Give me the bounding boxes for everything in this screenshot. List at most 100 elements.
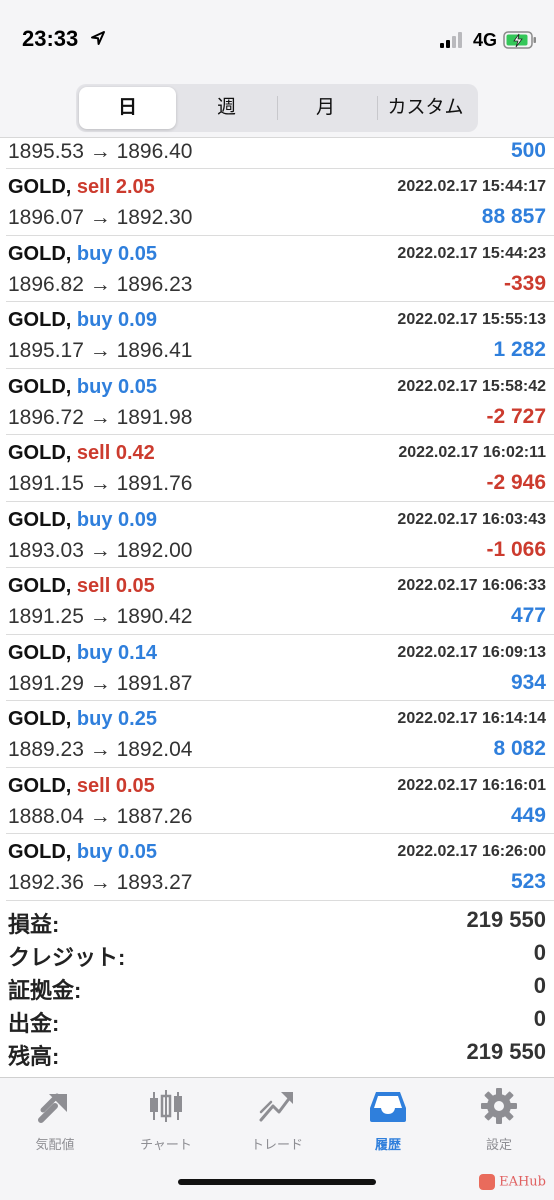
trade-time: 2022.02.17 16:14:14 [397,710,546,727]
trade-symbol-side: GOLD, buy 0.05 [8,243,157,266]
battery-charging-icon [503,31,536,49]
summary-row-balance: 残高: 219 550 [0,1036,554,1069]
trade-profit: -2 727 [486,404,546,428]
trade-history-list: 1895.53 → 1896.40 500 GOLD, sell 2.05 202… [0,138,554,901]
segment-custom[interactable]: カスタム [377,87,474,129]
tab-history[interactable]: 履歴 [333,1086,443,1156]
trade-profit: 523 [510,870,546,893]
tab-label: トレード [250,1137,303,1152]
trade-profit: -2 946 [486,471,546,494]
trade-time: 2022.02.17 15:44:23 [397,244,546,262]
trade-time: 2022.02.17 16:06:33 [397,577,546,594]
trade-profit: 8 082 [493,737,546,760]
tab-label: 履歴 [374,1137,401,1152]
trade-prices: 1891.25 → 1890.42 [8,605,193,628]
trade-symbol-side: GOLD, buy 0.09 [8,509,157,532]
quotes-arrows-icon [38,1093,67,1123]
trade-row[interactable]: GOLD, sell 0.05 2022.02.17 16:16:01 1888.0… [6,768,554,834]
trade-time: 2022.02.17 16:16:01 [397,776,546,794]
trade-profit: 449 [510,803,546,827]
trade-side-volume: sell 0.05 [76,575,155,597]
segment-day[interactable]: 日 [79,87,176,129]
summary-row-margin: 証拠金: 0 [0,970,554,1003]
trade-profit: 500 [510,139,546,162]
summary-label: 残高: [8,1044,60,1069]
summary-value: 219 550 [466,907,546,932]
trade-row-partial[interactable]: 1895.53 → 1896.40 500 [6,138,554,169]
trade-side-volume: buy 0.05 [76,242,157,265]
trade-prices: 1896.82 → 1896.23 [8,272,193,296]
candlestick-icon [150,1090,182,1122]
trade-symbol-side: GOLD, buy 0.09 [8,309,157,332]
trade-row[interactable]: GOLD, buy 0.09 2022.02.17 15:55:13 1895.17… [6,302,554,369]
trade-row[interactable]: GOLD, buy 0.05 2022.02.17 15:58:42 1896.72… [6,369,554,435]
trade-symbol: GOLD, [8,375,72,398]
trade-profit: 477 [510,604,546,627]
trade-prices: 1896.72 → 1891.98 [8,405,193,429]
summary-value: 0 [533,973,546,998]
trade-symbol-side: GOLD, sell 0.05 [8,575,155,598]
trade-prices: 1892.36 → 1893.27 [8,871,193,894]
trade-row[interactable]: GOLD, sell 2.05 2022.02.17 15:44:17 1896.0… [6,169,554,236]
summary-value: 219 550 [466,1039,546,1064]
period-selector-bar: 日 週 月 カスタム [0,80,554,138]
trade-prices: 1896.07 → 1892.30 [8,206,193,229]
trade-side-volume: buy 0.14 [76,641,157,664]
trade-symbol-side: GOLD, sell 2.05 [8,176,155,199]
status-time: 23:33 [22,26,79,51]
trade-line-icon [259,1092,293,1122]
watermark-text: EAHub [499,1174,546,1190]
trade-prices: 1888.04 → 1887.26 [8,804,193,828]
trade-time: 2022.02.17 15:55:13 [397,311,546,328]
account-summary: 損益: 219 550 クレジット: 0 証拠金: 0 出金: 0 残高: 21… [0,904,554,1069]
summary-value: 0 [533,940,546,965]
summary-label: 損益: [8,912,60,937]
period-segmented-control: 日 週 月 カスタム [76,84,478,132]
tab-chart[interactable]: チャート [111,1086,221,1156]
signal-bars-icon [440,32,462,48]
trade-symbol: GOLD, [8,508,72,531]
watermark-logo-icon [479,1174,496,1190]
trade-symbol: GOLD, [8,442,72,464]
trade-time: 2022.02.17 16:26:00 [397,843,546,860]
trade-row[interactable]: GOLD, sell 0.05 2022.02.17 16:06:33 1891.2… [6,568,554,635]
trade-symbol-side: GOLD, sell 0.05 [8,775,155,798]
trade-symbol: GOLD, [8,641,72,664]
trade-prices: 1893.03 → 1892.00 [8,538,193,562]
trade-symbol: GOLD, [8,841,72,863]
trade-symbol: GOLD, [8,176,72,198]
inbox-tray-icon [370,1092,406,1122]
location-arrow-icon [91,31,105,45]
trade-symbol: GOLD, [8,575,72,597]
trade-prices: 1889.23 → 1892.04 [8,738,193,761]
segment-month[interactable]: 月 [277,87,374,129]
summary-label: クレジット: [8,945,126,970]
trade-row[interactable]: GOLD, buy 0.09 2022.02.17 16:03:43 1893.03… [6,502,554,568]
tab-quotes[interactable]: 気配値 [0,1086,110,1156]
trade-profit: 88 857 [481,205,546,228]
trade-row[interactable]: GOLD, sell 0.42 2022.02.17 16:02:11 1891.1… [6,435,554,502]
trade-side-volume: buy 0.05 [76,841,157,863]
trade-side-volume: buy 0.05 [76,375,157,398]
segment-week[interactable]: 週 [178,87,275,129]
trade-side-volume: sell 0.05 [76,774,155,797]
tab-settings[interactable]: 設定 [444,1086,554,1156]
trade-prices: 1895.17 → 1896.41 [8,339,193,362]
trade-symbol-side: GOLD, buy 0.05 [8,376,157,399]
tab-trade[interactable]: トレード [222,1086,332,1156]
trade-side-volume: buy 0.25 [76,708,157,730]
summary-label: 出金: [8,1011,60,1036]
trade-row[interactable]: GOLD, buy 0.14 2022.02.17 16:09:13 1891.29… [6,635,554,701]
tab-label: 気配値 [35,1137,75,1152]
trade-row[interactable]: GOLD, buy 0.25 2022.02.17 16:14:14 1889.23… [6,701,554,768]
trade-time: 2022.02.17 16:03:43 [397,510,546,528]
trade-side-volume: buy 0.09 [76,508,157,531]
trade-row[interactable]: GOLD, buy 0.05 2022.02.17 15:44:23 1896.82… [6,236,554,302]
status-bar: 23:33 4G [0,0,554,80]
trade-symbol-side: GOLD, buy 0.05 [8,841,157,864]
trade-profit: 934 [510,670,546,694]
tab-label: 設定 [485,1137,512,1152]
trade-row[interactable]: GOLD, buy 0.05 2022.02.17 16:26:00 1892.36… [6,834,554,901]
trade-profit: -339 [503,271,546,295]
summary-value: 0 [533,1006,546,1031]
